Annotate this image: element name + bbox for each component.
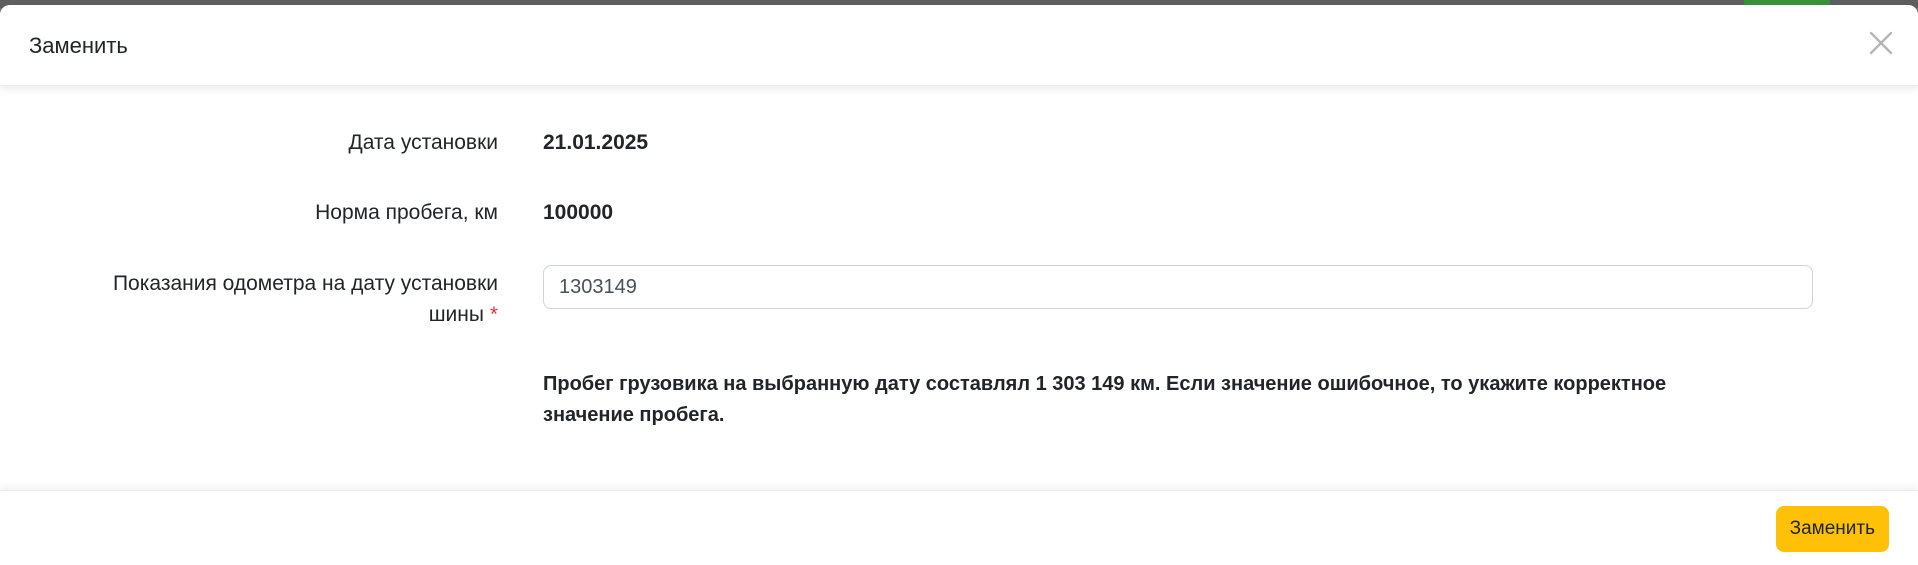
odometer-label: Показания одометра на дату установки шин… [38, 268, 498, 330]
mileage-notice: Пробег грузовика на выбранную дату соста… [543, 373, 1667, 426]
mileage-norm-label: Норма пробега, км [315, 201, 498, 224]
odometer-label-line2: шины [428, 303, 484, 326]
modal-title: Заменить [29, 33, 128, 58]
modal-footer: Заменить [0, 490, 1918, 565]
close-icon [1869, 31, 1893, 54]
odometer-input[interactable] [543, 265, 1813, 309]
mileage-norm-value: 100000 [543, 201, 614, 224]
install-date-value: 21.01.2025 [543, 131, 649, 154]
replace-button[interactable]: Заменить [1775, 506, 1889, 552]
odometer-label-line1: Показания одометра на дату установки [112, 272, 498, 295]
install-date-label: Дата установки [348, 131, 498, 154]
modal-body: Дата установки 21.01.2025 Норма пробега,… [0, 87, 1918, 487]
replace-modal: Заменить Дата установки 21.01.2025 Норма… [0, 5, 1918, 565]
required-mark: * [489, 303, 498, 326]
close-button[interactable] [1864, 27, 1898, 61]
modal-header: Заменить [0, 5, 1918, 86]
